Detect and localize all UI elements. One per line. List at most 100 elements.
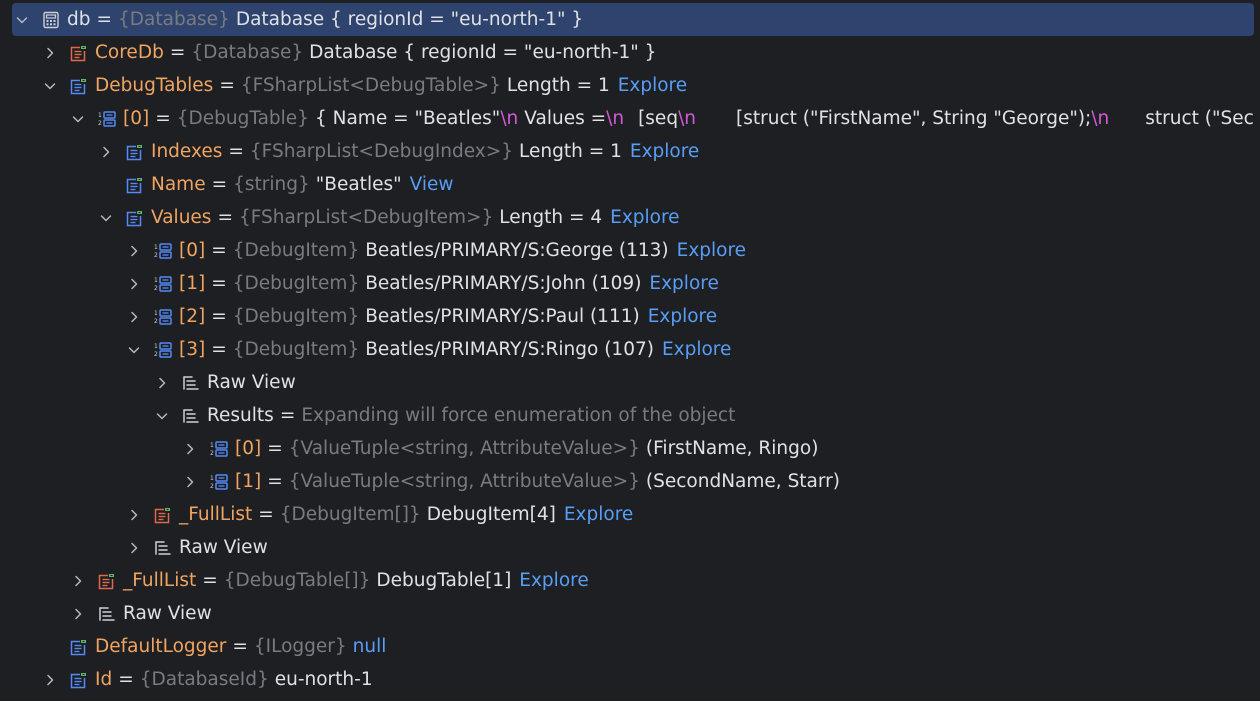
explore-link[interactable]: Explore bbox=[662, 339, 731, 360]
tree-row[interactable]: Raw View bbox=[0, 366, 1260, 399]
explore-link[interactable]: Explore bbox=[677, 240, 746, 261]
tree-row[interactable]: _FullList = {DebugTable[]} DebugTable[1] Exp… bbox=[0, 564, 1260, 597]
chevron-right-icon[interactable] bbox=[71, 607, 85, 621]
svg-text:1: 1 bbox=[154, 310, 158, 317]
tree-row[interactable]: 1 2 [3] = {DebugItem} Beatles/PRIMARY/S:Ringo… bbox=[0, 333, 1260, 366]
svg-text:2: 2 bbox=[154, 318, 158, 325]
chevron-right-icon[interactable] bbox=[43, 673, 57, 687]
explore-link[interactable]: Explore bbox=[519, 570, 588, 591]
view-link[interactable]: View bbox=[410, 174, 454, 195]
equals-sign: = bbox=[211, 339, 227, 360]
tree-row[interactable]: 1 2 [0] = {DebugTable}{ Name = "Beatles" \n V… bbox=[0, 102, 1260, 135]
chevron-right-icon[interactable] bbox=[71, 574, 85, 588]
variable-name: Raw View bbox=[179, 537, 268, 558]
chevron-right-icon[interactable] bbox=[43, 46, 57, 60]
variable-name: Id bbox=[95, 669, 113, 690]
tree-row[interactable]: DebugTables = {FSharpList<DebugTable>} Leng… bbox=[0, 69, 1260, 102]
tree-row[interactable]: Id = {DatabaseId} eu-north-1 bbox=[0, 663, 1260, 696]
variable-name: db bbox=[67, 9, 91, 30]
tree-row-content: 1 2 [2] = {DebugItem} Beatles/PRIMARY/S:Paul … bbox=[0, 306, 717, 327]
explore-link[interactable]: Explore bbox=[610, 207, 679, 228]
tree-row-content: 1 2 [1] = {DebugItem} Beatles/PRIMARY/S:John … bbox=[0, 273, 719, 294]
chevron-down-icon[interactable] bbox=[71, 112, 85, 126]
chevron-right-icon[interactable] bbox=[127, 310, 141, 324]
tree-row[interactable]: 1 2 [2] = {DebugItem} Beatles/PRIMARY/S:Paul … bbox=[0, 300, 1260, 333]
tree-row[interactable]: Name = {string} "Beatles" View bbox=[0, 168, 1260, 201]
variable-value: Beatles/PRIMARY/S:Ringo (107) bbox=[365, 339, 654, 360]
tree-row[interactable]: 1 2 [0] = {DebugItem} Beatles/PRIMARY/S:Georg… bbox=[0, 234, 1260, 267]
variable-name: CoreDb bbox=[95, 42, 164, 63]
variable-value: Database { regionId = "eu-north-1" } bbox=[309, 42, 657, 63]
variable-type: {DebugItem} bbox=[232, 273, 360, 294]
chevron-right-icon[interactable] bbox=[127, 508, 141, 522]
chevron-down-icon[interactable] bbox=[155, 409, 169, 423]
variable-value: { Name = "Beatles" bbox=[314, 108, 501, 129]
tree-row[interactable]: CoreDb = {Database} Database { regionId = "… bbox=[0, 36, 1260, 69]
chevron-right-icon[interactable] bbox=[183, 442, 197, 456]
tree-row[interactable]: Results = Expanding will force enumeration… bbox=[0, 399, 1260, 432]
variable-name: Values bbox=[151, 207, 212, 228]
tree-row[interactable]: Indexes = {FSharpList<DebugIndex>} Length =… bbox=[0, 135, 1260, 168]
tree-row[interactable]: 1 2 [1] = {ValueTuple<string, AttributeValue… bbox=[0, 465, 1260, 498]
tree-row-content: DefaultLogger = {ILogger} null bbox=[0, 636, 386, 657]
chevron-right-icon[interactable] bbox=[127, 541, 141, 555]
field-icon bbox=[69, 670, 89, 690]
tree-row[interactable]: DefaultLogger = {ILogger} null bbox=[0, 630, 1260, 663]
tree-row[interactable]: Raw View bbox=[0, 531, 1260, 564]
tree-row-content: Indexes = {FSharpList<DebugIndex>} Length =… bbox=[0, 141, 699, 162]
raw-view-icon bbox=[181, 373, 201, 393]
tree-row[interactable]: 1 2 [0] = {ValueTuple<string, AttributeValue… bbox=[0, 432, 1260, 465]
escape-sequence: \n bbox=[500, 108, 519, 129]
chevron-down-icon[interactable] bbox=[15, 13, 29, 27]
tree-row[interactable]: Raw View bbox=[0, 597, 1260, 630]
explore-link[interactable]: Explore bbox=[618, 75, 687, 96]
explore-link[interactable]: Explore bbox=[564, 504, 633, 525]
variable-value: Expanding will force enumeration of the … bbox=[301, 405, 736, 426]
tree-row[interactable]: Values = {FSharpList<DebugItem>} Length = 4… bbox=[0, 201, 1260, 234]
chevron-right-icon[interactable] bbox=[183, 475, 197, 489]
chevron-right-icon[interactable] bbox=[127, 244, 141, 258]
tree-row[interactable]: _FullList = {DebugItem[]} DebugItem[4] Explo… bbox=[0, 498, 1260, 531]
explore-link[interactable]: Explore bbox=[649, 273, 718, 294]
variable-type: {DebugItem} bbox=[232, 339, 360, 360]
svg-text:2: 2 bbox=[210, 450, 214, 457]
equals-sign: = bbox=[211, 273, 227, 294]
tree-row-content: CoreDb = {Database} Database { regionId = "… bbox=[0, 42, 656, 63]
static-field-icon bbox=[97, 571, 117, 591]
chevron-down-icon[interactable] bbox=[127, 343, 141, 357]
variable-type: {DebugTable} bbox=[176, 108, 309, 129]
svg-text:2: 2 bbox=[210, 483, 214, 490]
static-field-icon bbox=[69, 43, 89, 63]
chevron-right-icon[interactable] bbox=[155, 376, 169, 390]
calculator-icon bbox=[41, 10, 61, 30]
explore-link[interactable]: Explore bbox=[630, 141, 699, 162]
equals-sign: = bbox=[211, 240, 227, 261]
equals-sign: = bbox=[279, 405, 296, 426]
equals-sign: = bbox=[217, 207, 233, 228]
variable-name: [1] bbox=[179, 273, 206, 294]
explore-link[interactable]: Explore bbox=[648, 306, 717, 327]
variable-value: "Beatles" bbox=[315, 174, 402, 195]
variable-name: [2] bbox=[179, 306, 206, 327]
tree-row[interactable]: db = {Database} Database { regionId = "eu-n… bbox=[12, 3, 1254, 36]
tree-row[interactable]: 1 2 [1] = {DebugItem} Beatles/PRIMARY/S:John … bbox=[0, 267, 1260, 300]
tree-row-content: 1 2 [0] = {ValueTuple<string, AttributeValue… bbox=[0, 438, 818, 459]
variable-type: {FSharpList<DebugItem>} bbox=[238, 207, 494, 228]
list-item-icon: 12 bbox=[153, 274, 173, 294]
svg-text:1: 1 bbox=[154, 244, 158, 251]
chevron-right-icon[interactable] bbox=[127, 277, 141, 291]
chevron-down-icon[interactable] bbox=[43, 79, 57, 93]
equals-sign: = bbox=[232, 636, 248, 657]
svg-text:2: 2 bbox=[154, 351, 158, 358]
tree-row-content: 1 2 [3] = {DebugItem} Beatles/PRIMARY/S:Ringo… bbox=[0, 339, 731, 360]
variable-value: Beatles/PRIMARY/S:John (109) bbox=[365, 273, 642, 294]
variable-name: Indexes bbox=[151, 141, 223, 162]
chevron-right-icon[interactable] bbox=[99, 145, 113, 159]
variable-value: Beatles/PRIMARY/S:Paul (111) bbox=[365, 306, 640, 327]
equals-sign: = bbox=[96, 9, 113, 30]
list-item-icon: 12 bbox=[153, 340, 173, 360]
field-icon bbox=[69, 637, 89, 657]
chevron-down-icon[interactable] bbox=[99, 211, 113, 225]
variable-name: [1] bbox=[235, 471, 262, 492]
variable-name: _FullList bbox=[179, 504, 253, 525]
